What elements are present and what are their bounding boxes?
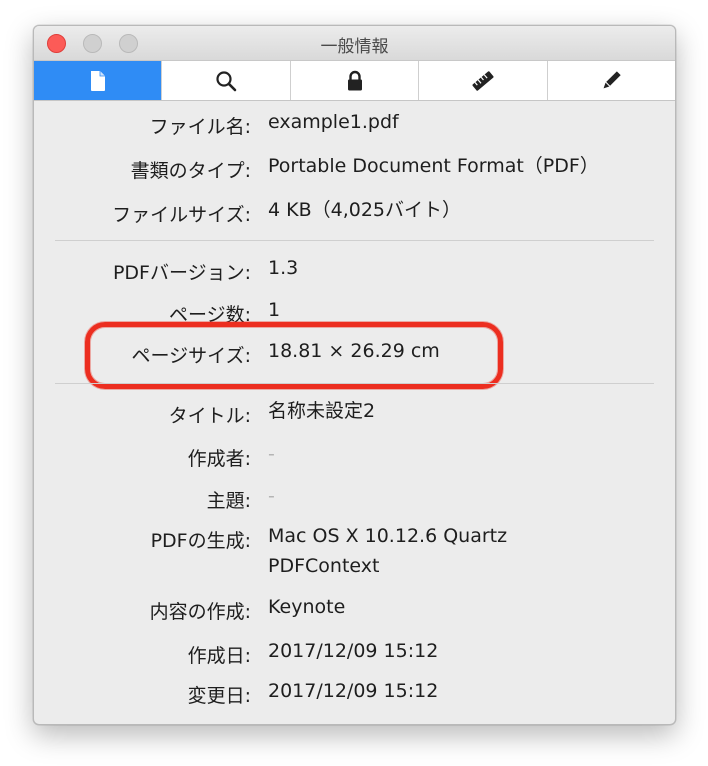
producer-value-line1: Mac OS X 10.12.6 Quartz	[268, 525, 508, 547]
doc-type-value: Portable Document Format（PDF）	[268, 155, 599, 177]
pdf-version-value: 1.3	[268, 257, 299, 279]
title-bar[interactable]: 一般情報	[34, 26, 675, 60]
title-label: タイトル:	[168, 405, 251, 427]
tab-crop[interactable]	[419, 61, 548, 100]
doc-type-label: 書類のタイプ:	[130, 160, 251, 182]
created-label: 作成日:	[187, 645, 251, 667]
page-count-value: 1	[268, 299, 281, 321]
ruler-icon	[472, 70, 494, 91]
modified-label: 変更日:	[187, 685, 251, 707]
tab-annotations[interactable]	[547, 61, 675, 100]
search-icon	[216, 70, 237, 91]
tab-encryption[interactable]	[290, 61, 420, 100]
creator-value: Keynote	[268, 596, 346, 618]
author-label: 作成者:	[187, 448, 251, 470]
file-size-label: ファイルサイズ:	[112, 204, 251, 226]
file-name-label: ファイル名:	[149, 116, 251, 138]
page-size-highlight-annotation	[85, 322, 503, 389]
document-icon	[90, 70, 105, 91]
tab-keywords[interactable]	[162, 61, 291, 100]
producer-value-line2: PDFContext	[268, 555, 380, 577]
inspector-tab-bar	[34, 60, 675, 101]
subject-value: -	[268, 485, 275, 507]
lock-icon	[347, 70, 362, 90]
info-window: 一般情報 ファイル名: example1.pdf 書類のタイプ: Portabl…	[33, 25, 676, 725]
window-title: 一般情報	[320, 37, 389, 57]
file-size-value: 4 KB（4,025バイト）	[268, 199, 462, 221]
modified-value: 2017/12/09 15:12	[268, 680, 439, 702]
created-value: 2017/12/09 15:12	[268, 640, 439, 662]
creator-label: 内容の作成:	[149, 601, 251, 623]
author-value: -	[268, 443, 275, 465]
producer-label: PDFの生成:	[150, 530, 251, 552]
tab-general-info[interactable]	[34, 61, 163, 100]
separator-1	[55, 240, 654, 241]
subject-label: 主題:	[206, 490, 251, 512]
separator-2	[55, 383, 654, 384]
file-name-value: example1.pdf	[268, 111, 399, 133]
pencil-icon	[603, 70, 622, 88]
title-value: 名称未設定2	[268, 400, 376, 422]
pdf-version-label: PDFバージョン:	[112, 262, 251, 284]
